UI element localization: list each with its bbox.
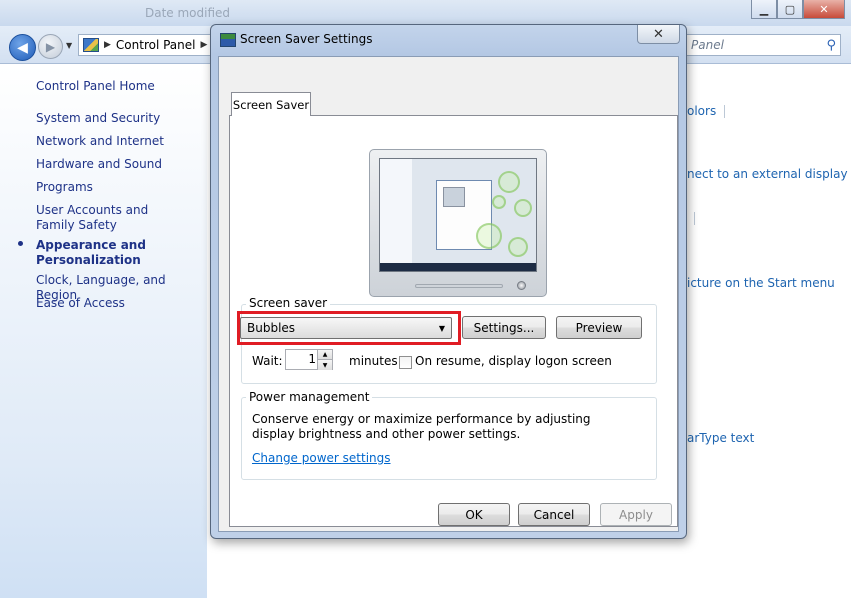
arrow-right-icon: ▶	[45, 39, 56, 54]
power-group-label: Power management	[246, 390, 373, 404]
spin-down-icon[interactable]: ▼	[317, 360, 332, 370]
close-icon: ✕	[653, 26, 664, 42]
chevron-down-icon: ▼	[66, 41, 73, 50]
preview-screen	[379, 158, 537, 272]
power-led-icon	[517, 281, 526, 290]
minutes-label: minutes	[349, 354, 398, 368]
preview-taskbar	[380, 263, 536, 271]
ok-button[interactable]: OK	[438, 503, 510, 526]
separator	[724, 105, 725, 118]
window-controls: ▁ ▢ ✕	[751, 0, 845, 19]
chevron-down-icon: ▼	[438, 323, 445, 333]
wait-value[interactable]: 1	[308, 352, 316, 366]
tab-screen-saver[interactable]: Screen Saver	[231, 92, 311, 116]
minimize-icon: ▁	[759, 2, 769, 16]
control-panel-titlebar: Date modified ▁ ▢ ✕	[0, 0, 851, 26]
selected-screen-saver: Bubbles	[247, 321, 296, 335]
settings-button[interactable]: Settings...	[462, 316, 546, 339]
breadcrumb-control-panel[interactable]: Control Panel	[116, 38, 196, 52]
sidebar-item-home[interactable]: Control Panel Home	[36, 79, 196, 94]
preview-inner-thumb	[443, 187, 465, 207]
close-window-button[interactable]: ✕	[803, 0, 845, 19]
preview-sidebar-thumb	[380, 159, 412, 271]
cancel-button[interactable]: Cancel	[518, 503, 590, 526]
dialog-close-button[interactable]: ✕	[637, 25, 680, 44]
bubble-shape	[498, 171, 520, 193]
breadcrumb-arrow-icon[interactable]: ▶	[201, 40, 208, 50]
monitor-slot	[415, 284, 503, 288]
arrow-left-icon: ◀	[17, 39, 28, 56]
apply-button[interactable]: Apply	[600, 503, 672, 526]
recent-pages-dropdown[interactable]: ▼	[66, 41, 72, 50]
dialog-title: Screen Saver Settings	[240, 32, 373, 46]
sidebar-item-hardware[interactable]: Hardware and Sound	[36, 157, 196, 172]
screen-saver-group-label: Screen saver	[246, 296, 331, 310]
back-button[interactable]: ◀	[9, 34, 36, 61]
sidebar-item-programs[interactable]: Programs	[36, 180, 196, 195]
breadcrumb-arrow-icon[interactable]: ▶	[104, 40, 111, 50]
link-external-display[interactable]: nect to an external display	[687, 167, 848, 181]
screen-saver-preview-monitor	[369, 149, 547, 297]
resume-logon-checkbox[interactable]	[399, 356, 412, 369]
close-icon: ✕	[819, 2, 829, 16]
wait-label: Wait:	[252, 354, 283, 368]
screen-saver-select[interactable]: Bubbles ▼	[240, 317, 452, 339]
minimize-button[interactable]: ▁	[751, 0, 777, 19]
search-placeholder: Panel	[691, 38, 724, 52]
address-box[interactable]: ▶ Control Panel ▶	[78, 34, 214, 56]
forward-button[interactable]: ▶	[38, 34, 63, 59]
sidebar-item-user-accounts[interactable]: User Accounts and Family Safety	[36, 203, 186, 233]
bubble-shape	[514, 199, 532, 217]
link-colors[interactable]: olors	[687, 104, 716, 118]
spin-up-icon[interactable]: ▲	[317, 350, 332, 360]
screen-saver-icon	[220, 33, 236, 47]
search-icon[interactable]: ⚲	[826, 38, 836, 53]
screen-saver-dialog: Screen Saver Settings ✕ Screen Saver Scr…	[210, 24, 687, 539]
sidebar-item-ease-of-access[interactable]: Ease of Access	[36, 296, 196, 311]
sidebar-item-appearance[interactable]: Appearance and Personalization	[36, 238, 156, 268]
power-description: Conserve energy or maximize performance …	[252, 412, 591, 441]
maximize-button[interactable]: ▢	[777, 0, 803, 19]
bubble-shape	[492, 195, 506, 209]
change-power-settings-link[interactable]: Change power settings	[252, 451, 391, 465]
control-panel-icon	[83, 38, 99, 52]
search-box[interactable]: Panel ⚲	[686, 34, 841, 56]
link-start-menu-picture[interactable]: icture on the Start menu	[687, 276, 835, 290]
bubble-shape	[476, 223, 502, 249]
sidebar-item-system-security[interactable]: System and Security	[36, 111, 196, 126]
bubble-shape	[508, 237, 528, 257]
wait-minutes-stepper[interactable]: 1 ▲ ▼	[285, 349, 333, 370]
link-cleartype[interactable]: arType text	[687, 431, 754, 445]
resume-logon-label[interactable]: On resume, display logon screen	[415, 354, 612, 368]
sidebar-item-network[interactable]: Network and Internet	[36, 134, 196, 149]
maximize-icon: ▢	[784, 2, 796, 16]
title-ghost-text: Date modified	[145, 6, 231, 20]
preview-button[interactable]: Preview	[556, 316, 642, 339]
active-bullet-icon	[18, 241, 23, 246]
separator	[694, 212, 695, 225]
